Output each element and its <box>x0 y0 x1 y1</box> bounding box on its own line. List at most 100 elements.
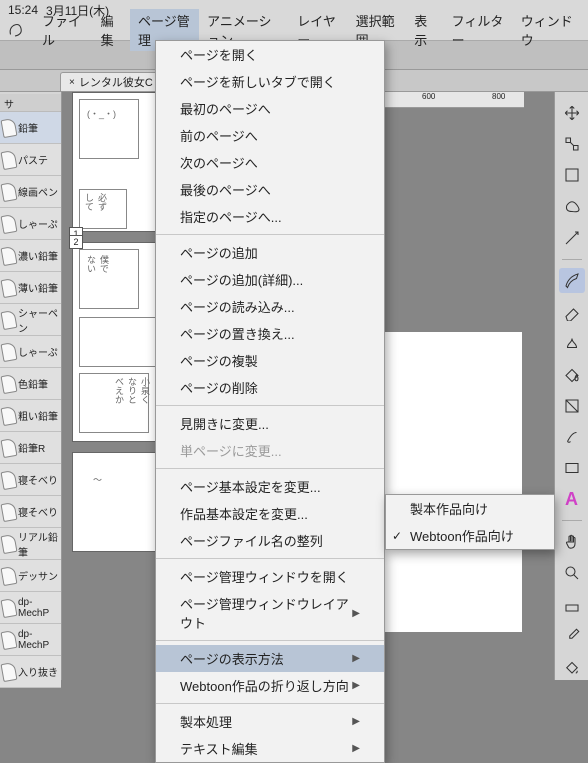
transform-tool[interactable] <box>559 131 585 156</box>
left-tool-寝そべり[interactable]: 寝そべり <box>0 464 61 496</box>
left-tool-濃い鉛筆[interactable]: 濃い鉛筆 <box>0 240 61 272</box>
menu-bar: ファイル編集ページ管理アニメーションレイヤー選択範囲表示フィルターウィンドウ <box>0 20 588 40</box>
menu-item-label: ページファイル名の整列 <box>180 531 323 550</box>
pen-tool[interactable] <box>559 268 585 293</box>
menu-item[interactable]: 次のページへ <box>156 149 384 176</box>
menu-7[interactable]: フィルター <box>444 9 513 51</box>
menu-item[interactable]: ページ基本設定を変更... <box>156 473 384 500</box>
eyedropper-icon <box>563 627 581 645</box>
menu-item[interactable]: ページの複製 <box>156 347 384 374</box>
canvas-page[interactable] <box>362 332 522 632</box>
brush-icon <box>1 469 18 489</box>
gradient-tool[interactable] <box>559 393 585 418</box>
left-tool-dp-MechP[interactable]: dp-MechP <box>0 592 61 624</box>
tool-label: 寝そべり <box>18 504 58 519</box>
brush-icon <box>1 181 18 201</box>
menu-item[interactable]: ページの削除 <box>156 374 384 401</box>
right-tool-panel: A <box>554 92 588 680</box>
fill-tool[interactable] <box>559 362 585 387</box>
menu-8[interactable]: ウィンドウ <box>513 9 582 51</box>
left-tool-鉛筆[interactable]: 鉛筆 <box>0 112 61 144</box>
left-tool-リアル鉛筆[interactable]: リアル鉛筆 <box>0 528 61 560</box>
left-tool-パステ[interactable]: パステ <box>0 144 61 176</box>
menu-item-label: 製本処理 <box>180 712 232 731</box>
tool-label: 線画ペン <box>18 184 58 199</box>
brush-deco-icon <box>563 428 581 446</box>
page-display-submenu: 製本作品向け✓Webtoon作品向け <box>385 494 555 550</box>
menu-item-label: 次のページへ <box>180 153 258 172</box>
menu-item[interactable]: ページ管理ウィンドウを開く <box>156 563 384 590</box>
left-tool-色鉛筆[interactable]: 色鉛筆 <box>0 368 61 400</box>
tool-label: 鉛筆R <box>18 440 45 455</box>
tool-label: しゃーぷ <box>18 344 58 359</box>
menu-item[interactable]: 最後のページへ <box>156 176 384 203</box>
menu-item[interactable]: ページの追加(詳細)... <box>156 266 384 293</box>
submenu-item[interactable]: ✓Webtoon作品向け <box>386 522 554 549</box>
bucket-tool[interactable] <box>559 655 585 680</box>
brush-icon <box>1 565 18 585</box>
left-tool-シャーペン[interactable]: シャーペン <box>0 304 61 336</box>
menu-item[interactable]: 作品基本設定を変更... <box>156 500 384 527</box>
shape-tool[interactable] <box>559 456 585 481</box>
lasso-icon <box>563 198 581 216</box>
menu-item[interactable]: テキスト編集▶ <box>156 735 384 762</box>
tool-label: 濃い鉛筆 <box>18 248 58 263</box>
brush-icon <box>1 117 18 137</box>
menu-item[interactable]: ページの表示方法▶ <box>156 645 384 672</box>
menu-item-label: ページの読み込み... <box>180 297 295 316</box>
document-tab[interactable]: × レンタル彼女C <box>60 72 162 91</box>
brush-icon <box>1 597 18 617</box>
menu-item-label: 作品基本設定を変更... <box>180 504 308 523</box>
app-logo-icon[interactable] <box>6 21 24 39</box>
left-tool-鉛筆R[interactable]: 鉛筆R <box>0 432 61 464</box>
pen-icon <box>563 271 581 289</box>
menu-item[interactable]: 前のページへ <box>156 122 384 149</box>
left-tool-薄い鉛筆[interactable]: 薄い鉛筆 <box>0 272 61 304</box>
move-tool[interactable] <box>559 100 585 125</box>
left-tool-入り抜き[interactable]: 入り抜き <box>0 656 61 688</box>
menu-item[interactable]: 見開きに変更... <box>156 410 384 437</box>
submenu-item[interactable]: 製本作品向け <box>386 495 554 522</box>
menu-item[interactable]: ページを開く <box>156 41 384 68</box>
tab-close-icon[interactable]: × <box>69 77 75 88</box>
text-tool[interactable]: A <box>559 487 585 512</box>
menu-item[interactable]: ページの追加 <box>156 239 384 266</box>
left-tool-寝そべり[interactable]: 寝そべり <box>0 496 61 528</box>
left-tool-dp-MechP[interactable]: dp-MechP <box>0 624 61 656</box>
menu-item[interactable]: ページ管理ウィンドウレイアウト▶ <box>156 590 384 636</box>
hand-tool[interactable] <box>559 529 585 554</box>
zoom-icon <box>563 564 581 582</box>
menu-item[interactable]: ページの置き換え... <box>156 320 384 347</box>
menu-item[interactable]: Webtoon作品の折り返し方向▶ <box>156 672 384 699</box>
left-tool-しゃーぷ[interactable]: しゃーぷ <box>0 208 61 240</box>
zoom-tool[interactable] <box>559 561 585 586</box>
left-tool-しゃーぷ[interactable]: しゃーぷ <box>0 336 61 368</box>
lasso-tool[interactable] <box>559 194 585 219</box>
eyedropper-tool[interactable] <box>559 623 585 648</box>
brush-deco-tool[interactable] <box>559 424 585 449</box>
brush-icon <box>1 661 18 681</box>
blend-tool[interactable] <box>559 330 585 355</box>
menu-item[interactable]: ページファイル名の整列 <box>156 527 384 554</box>
wand-tool[interactable] <box>559 225 585 250</box>
menu-1[interactable]: 編集 <box>93 9 130 51</box>
menu-6[interactable]: 表示 <box>406 9 443 51</box>
menu-item[interactable]: 指定のページへ... <box>156 203 384 230</box>
tool-label: 薄い鉛筆 <box>18 280 58 295</box>
left-tool-デッサン[interactable]: デッサン <box>0 560 61 592</box>
left-tool-panel: サ 鉛筆パステ線画ペンしゃーぷ濃い鉛筆薄い鉛筆シャーペンしゃーぷ色鉛筆粗い鉛筆鉛… <box>0 92 62 680</box>
left-tool-線画ペン[interactable]: 線画ペン <box>0 176 61 208</box>
menu-item[interactable]: 製本処理▶ <box>156 708 384 735</box>
menu-item[interactable]: ページを新しいタブで開く <box>156 68 384 95</box>
brush-icon <box>1 149 18 169</box>
menu-item[interactable]: 最初のページへ <box>156 95 384 122</box>
color-tool[interactable] <box>559 592 585 617</box>
menu-item[interactable]: ページの読み込み... <box>156 293 384 320</box>
left-tool-粗い鉛筆[interactable]: 粗い鉛筆 <box>0 400 61 432</box>
wand-icon <box>563 229 581 247</box>
select-rect-tool[interactable] <box>559 163 585 188</box>
move-icon <box>563 104 581 122</box>
eraser-tool[interactable] <box>559 299 585 324</box>
menu-0[interactable]: ファイル <box>34 9 93 51</box>
submenu-arrow-icon: ▶ <box>352 743 360 754</box>
